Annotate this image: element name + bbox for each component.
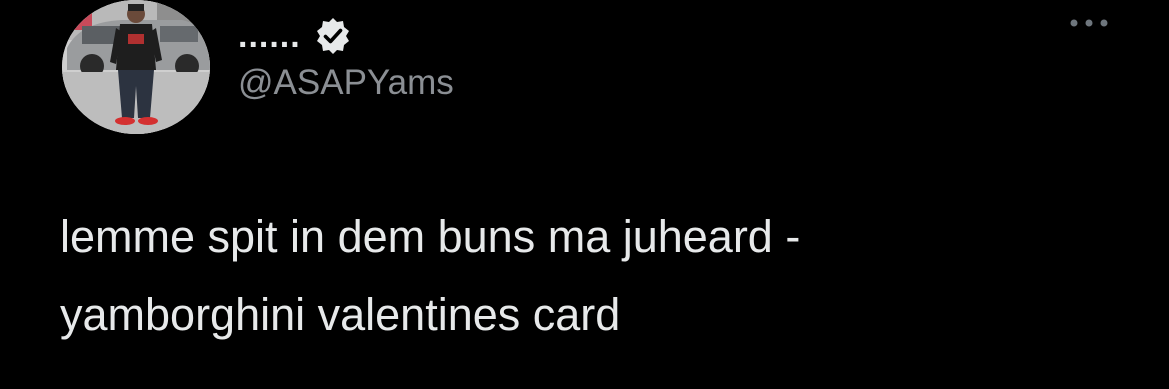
more-options-button[interactable]	[1064, 12, 1114, 34]
tweet-text: lemme spit in dem buns ma juheard - yamb…	[60, 198, 1120, 354]
tweet-text-line: lemme spit in dem buns ma juheard -	[60, 211, 801, 262]
tweet-card: ...... @ASAPYams lemme spit in dem buns …	[0, 0, 1169, 389]
avatar-photo	[62, 0, 210, 134]
tweet-text-line: yamborghini valentines card	[60, 289, 621, 340]
more-horizontal-icon	[1070, 19, 1108, 27]
author-name-row[interactable]: ......	[238, 14, 353, 58]
verified-badge-icon	[313, 16, 353, 56]
author-display-name[interactable]: ......	[238, 19, 301, 53]
author-handle[interactable]: @ASAPYams	[238, 62, 454, 104]
avatar[interactable]	[62, 0, 210, 134]
